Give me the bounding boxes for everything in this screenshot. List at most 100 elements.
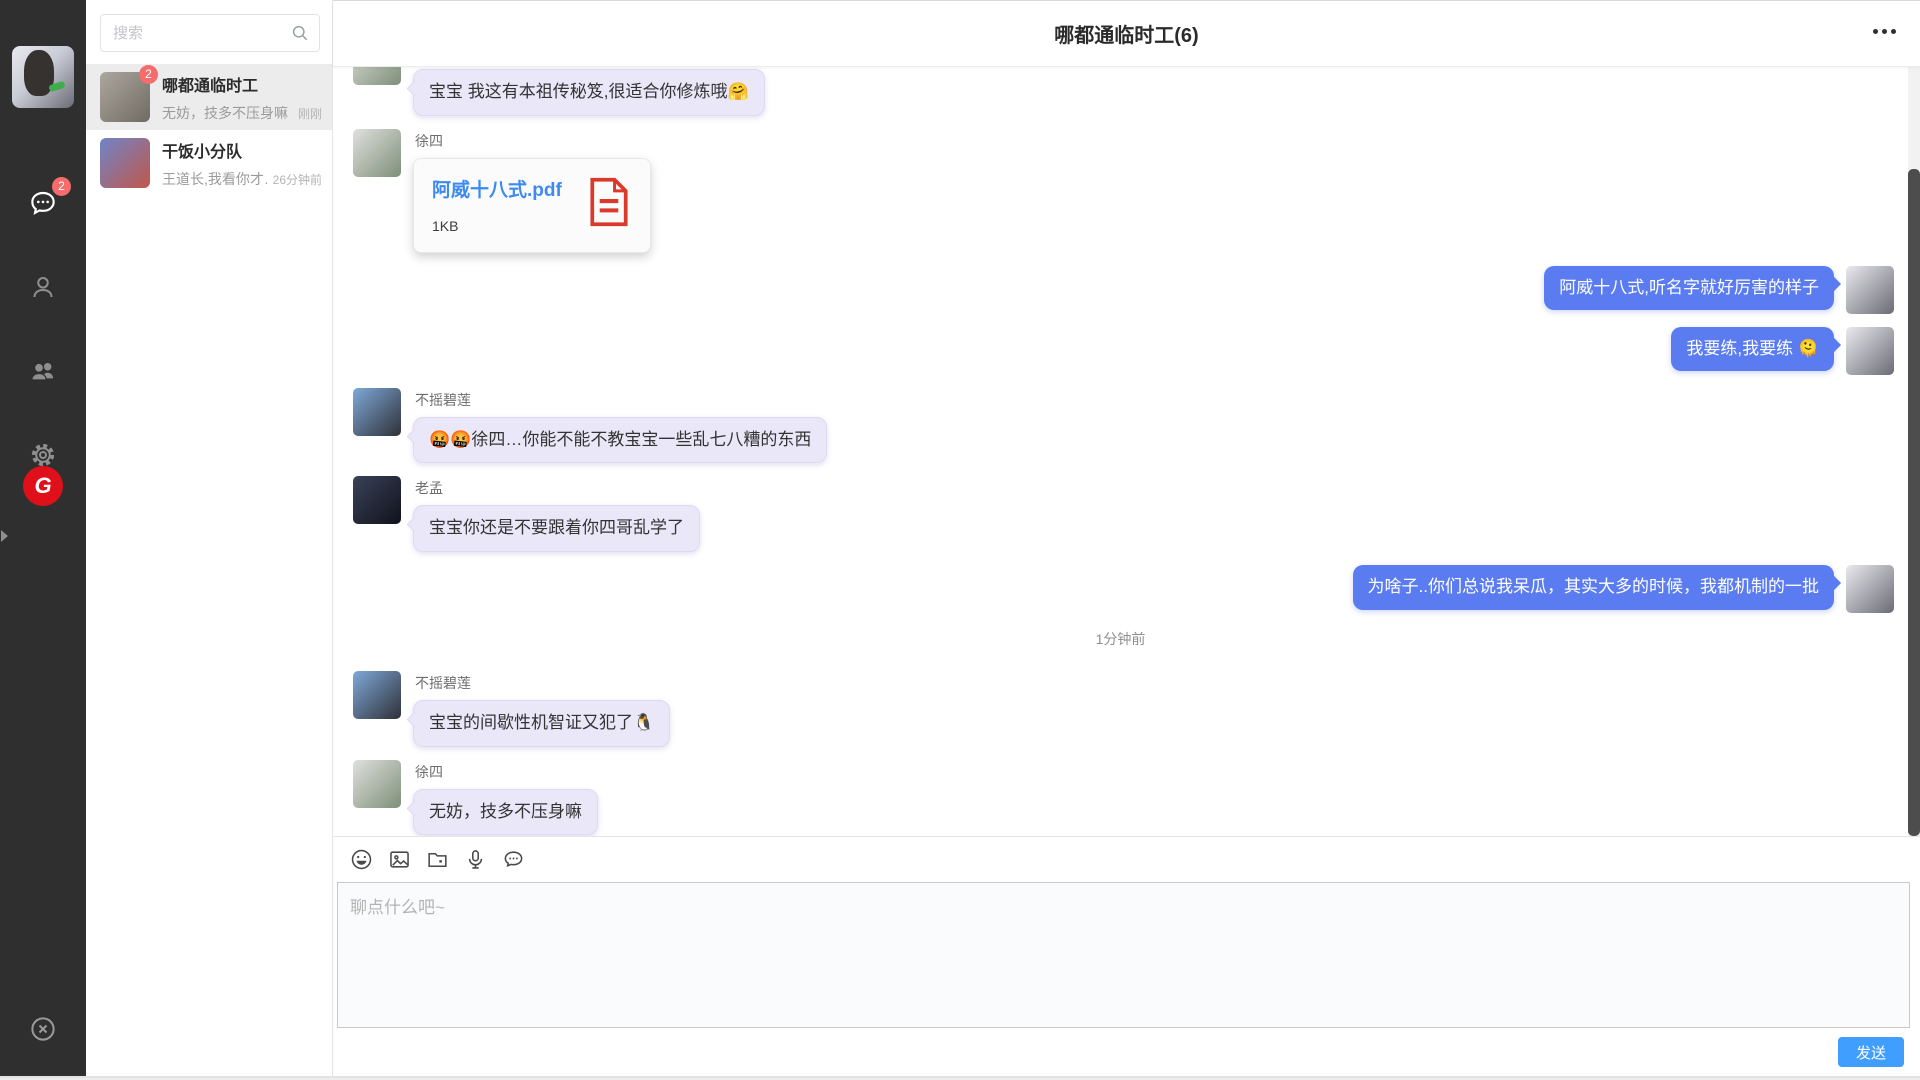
image-button[interactable]	[385, 846, 413, 874]
own-avatar[interactable]	[1846, 565, 1894, 613]
sender-name: 不摇碧莲	[415, 673, 670, 693]
sender-avatar[interactable]	[353, 129, 401, 177]
message-bubble[interactable]: 阿威十八式,听名字就好厉害的样子	[1544, 266, 1834, 311]
chat-item-title: 哪都通临时工	[162, 72, 322, 96]
message-bubble[interactable]: 宝宝 我这有本祖传秘笈,很适合你修炼哦🤗	[413, 69, 765, 116]
message-list: 宝宝 我这有本祖传秘笈,很适合你修炼哦🤗徐四阿威十八式.pdf1KB阿威十八式,…	[333, 67, 1908, 836]
sender-avatar[interactable]	[353, 476, 401, 524]
sender-name: 徐四	[415, 762, 598, 782]
search-row	[86, 0, 332, 64]
messages-area: 宝宝 我这有本祖传秘笈,很适合你修炼哦🤗徐四阿威十八式.pdf1KB阿威十八式,…	[333, 67, 1920, 836]
chat-record-button[interactable]	[499, 846, 527, 874]
chat-list-panel: 2哪都通临时工无妨，技多不压身嘛刚刚干饭小分队王道长,我看你才…26分钟前	[86, 0, 333, 1076]
scrollbar-thumb[interactable]	[1908, 169, 1920, 836]
send-button[interactable]: 发送	[1838, 1037, 1904, 1067]
nav-groups[interactable]	[26, 354, 60, 388]
sender-name: 老孟	[415, 478, 700, 498]
nav-settings[interactable]	[26, 438, 60, 472]
conversation-panel: 哪都通临时工(6) 宝宝 我这有本祖传秘笈,很适合你修炼哦🤗徐四阿威十八式.pd…	[333, 0, 1920, 1076]
chat-item-list: 2哪都通临时工无妨，技多不压身嘛刚刚干饭小分队王道长,我看你才…26分钟前	[86, 64, 332, 196]
chat-avatar	[100, 138, 150, 188]
search-box[interactable]	[100, 14, 320, 52]
message-bubble[interactable]: 无妨，技多不压身嘛	[413, 789, 598, 836]
message-row: 不摇碧莲宝宝的间歇性机智证又犯了🐧	[333, 671, 1908, 747]
chat-list-item[interactable]: 干饭小分队王道长,我看你才… 26分钟前	[86, 130, 332, 196]
unread-badge: 2	[52, 177, 71, 196]
message-row: 徐四无妨，技多不压身嘛	[333, 760, 1908, 836]
chat-item-time: 26分钟前	[273, 171, 322, 188]
sidebar-nav: 2	[26, 186, 60, 472]
message-body: 不摇碧莲宝宝的间歇性机智证又犯了🐧	[413, 671, 670, 747]
nav-chats[interactable]: 2	[26, 186, 60, 220]
file-name: 阿威十八式.pdf	[432, 175, 572, 202]
folder-icon	[425, 847, 450, 872]
message-row: 徐四阿威十八式.pdf 1KB	[333, 129, 1908, 253]
conversation-title: 哪都通临时工(6)	[1054, 19, 1198, 48]
emoji-icon	[349, 847, 374, 872]
emoji-button[interactable]	[347, 846, 375, 874]
chat-avatar: 2	[100, 72, 150, 122]
user-avatar[interactable]	[12, 46, 74, 108]
chat-item-body: 干饭小分队王道长,我看你才… 26分钟前	[162, 138, 322, 189]
message-row: 阿威十八式,听名字就好厉害的样子	[333, 266, 1908, 314]
folder-button[interactable]	[423, 846, 451, 874]
mic-icon	[463, 847, 488, 872]
more-horizontal-icon[interactable]	[1873, 29, 1896, 34]
group-icon	[27, 355, 59, 387]
chat-record-icon	[501, 847, 526, 872]
message-body: 我要练,我要练 🫠	[1671, 327, 1834, 372]
gear-icon	[28, 440, 58, 470]
panel-expand-arrow[interactable]	[1, 530, 8, 542]
message-input-area[interactable]	[337, 882, 1910, 1028]
time-divider: 1分钟前	[333, 629, 1908, 649]
image-icon	[387, 847, 412, 872]
message-bubble[interactable]: 🤬🤬徐四…你能不能不教宝宝一些乱七八糟的东西	[413, 417, 827, 464]
sender-avatar[interactable]	[353, 671, 401, 719]
pdf-file-icon	[586, 176, 632, 233]
sender-avatar[interactable]	[353, 388, 401, 436]
message-input[interactable]	[338, 883, 1909, 1027]
unread-badge: 2	[139, 65, 158, 84]
search-icon[interactable]	[290, 23, 310, 43]
chat-item-title: 干饭小分队	[162, 138, 322, 162]
message-body: 徐四阿威十八式.pdf 1KB	[413, 129, 651, 253]
chat-item-row2: 王道长,我看你才… 26分钟前	[162, 169, 322, 189]
sender-name: 徐四	[415, 131, 651, 151]
message-bubble[interactable]: 我要练,我要练 🫠	[1671, 327, 1834, 372]
person-icon	[28, 272, 58, 302]
mic-button[interactable]	[461, 846, 489, 874]
file-message-card[interactable]: 阿威十八式.pdf 1KB	[413, 158, 651, 253]
logo-letter: G	[34, 473, 51, 499]
file-size: 1KB	[432, 218, 572, 234]
chat-item-last-message: 王道长,我看你才…	[162, 169, 267, 189]
chat-item-last-message: 无妨，技多不压身嘛	[162, 103, 292, 123]
composer-toolbar	[333, 836, 1920, 882]
message-body: 徐四无妨，技多不压身嘛	[413, 760, 598, 836]
exit-button[interactable]	[0, 1014, 86, 1044]
chat-list-item[interactable]: 2哪都通临时工无妨，技多不压身嘛刚刚	[86, 64, 332, 130]
message-body: 为啥子..你们总说我呆瓜，其实大多的时候，我都机制的一批	[1353, 565, 1834, 610]
sender-avatar[interactable]	[353, 760, 401, 808]
own-avatar[interactable]	[1846, 266, 1894, 314]
message-body: 宝宝 我这有本祖传秘笈,很适合你修炼哦🤗	[413, 69, 765, 116]
message-body: 阿威十八式,听名字就好厉害的样子	[1544, 266, 1834, 311]
message-bubble[interactable]: 宝宝你还是不要跟着你四哥乱学了	[413, 505, 700, 552]
nav-contacts[interactable]	[26, 270, 60, 304]
app-logo-icon[interactable]: G	[23, 466, 63, 506]
scrollbar-track[interactable]	[1908, 67, 1920, 836]
close-circle-icon	[28, 1014, 58, 1044]
sender-avatar[interactable]	[353, 67, 401, 85]
message-row: 不摇碧莲 🤬🤬徐四…你能不能不教宝宝一些乱七八糟的东西	[333, 388, 1908, 464]
file-info: 阿威十八式.pdf 1KB	[432, 175, 572, 234]
chat-item-body: 哪都通临时工无妨，技多不压身嘛刚刚	[162, 72, 322, 123]
own-avatar[interactable]	[1846, 327, 1894, 375]
sender-name: 不摇碧莲	[415, 390, 827, 410]
composer: 发送	[333, 836, 1920, 1076]
conversation-header: 哪都通临时工(6)	[333, 1, 1920, 67]
chat-item-time: 刚刚	[298, 105, 322, 122]
chat-item-row2: 无妨，技多不压身嘛刚刚	[162, 103, 322, 123]
message-row: 宝宝 我这有本祖传秘笈,很适合你修炼哦🤗	[333, 69, 1908, 116]
message-bubble[interactable]: 宝宝的间歇性机智证又犯了🐧	[413, 700, 670, 747]
message-bubble[interactable]: 为啥子..你们总说我呆瓜，其实大多的时候，我都机制的一批	[1353, 565, 1834, 610]
message-row: 我要练,我要练 🫠	[333, 327, 1908, 375]
